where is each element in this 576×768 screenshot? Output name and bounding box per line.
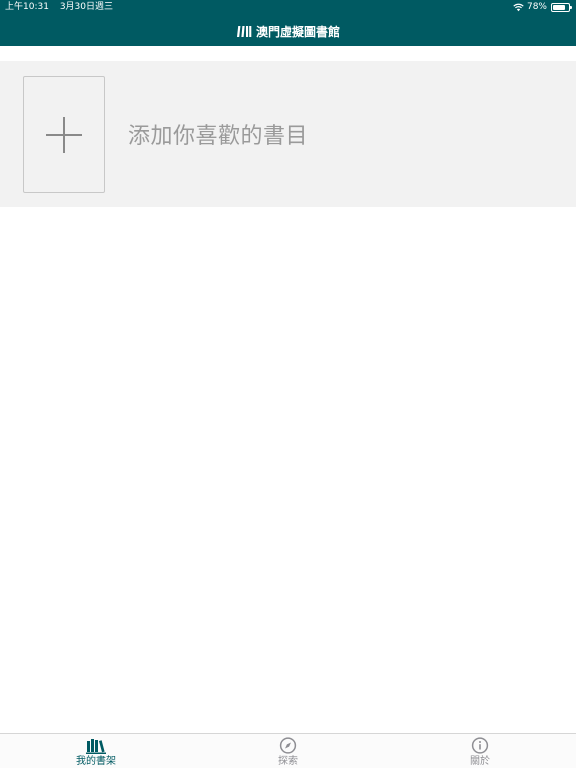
library-logo-icon bbox=[236, 26, 252, 37]
add-book-label: 添加你喜歡的書目 bbox=[128, 124, 309, 149]
nav-title: 澳門虛擬圖書館 bbox=[0, 20, 576, 42]
tab-label-my-bookshelf: 我的書架 bbox=[76, 756, 116, 767]
tab-about[interactable]: 關於 bbox=[384, 734, 576, 768]
bookshelf-icon bbox=[86, 739, 106, 754]
tab-my-bookshelf[interactable]: 我的書架 bbox=[0, 734, 192, 768]
tab-explore[interactable]: 探索 bbox=[192, 734, 384, 768]
status-bar: 上午10:31 3月30日週三 78% bbox=[0, 0, 576, 15]
app-screen: 上午10:31 3月30日週三 78% 澳門虛擬圖書館 添加你喜歡的書目 我的書… bbox=[0, 0, 576, 768]
tab-label-about: 關於 bbox=[470, 756, 490, 767]
plus-icon bbox=[46, 117, 82, 153]
tab-label-explore: 探索 bbox=[278, 756, 298, 767]
wifi-icon bbox=[513, 3, 524, 12]
status-time: 上午10:31 bbox=[5, 2, 49, 12]
battery-percent: 78% bbox=[526, 2, 547, 12]
battery-fill bbox=[553, 5, 565, 10]
status-left: 上午10:31 3月30日週三 bbox=[5, 0, 113, 15]
compass-icon bbox=[279, 737, 297, 754]
app-title: 澳門虛擬圖書館 bbox=[255, 24, 340, 39]
tab-bar: 我的書架 探索 關於 bbox=[0, 733, 576, 768]
add-book-panel: 添加你喜歡的書目 bbox=[0, 61, 576, 207]
app-header: 上午10:31 3月30日週三 78% 澳門虛擬圖書館 bbox=[0, 0, 576, 46]
info-icon bbox=[471, 737, 489, 754]
battery-icon bbox=[551, 3, 572, 12]
status-date: 3月30日週三 bbox=[59, 2, 113, 12]
status-right: 78% bbox=[513, 0, 572, 15]
add-book-button[interactable] bbox=[23, 76, 105, 193]
